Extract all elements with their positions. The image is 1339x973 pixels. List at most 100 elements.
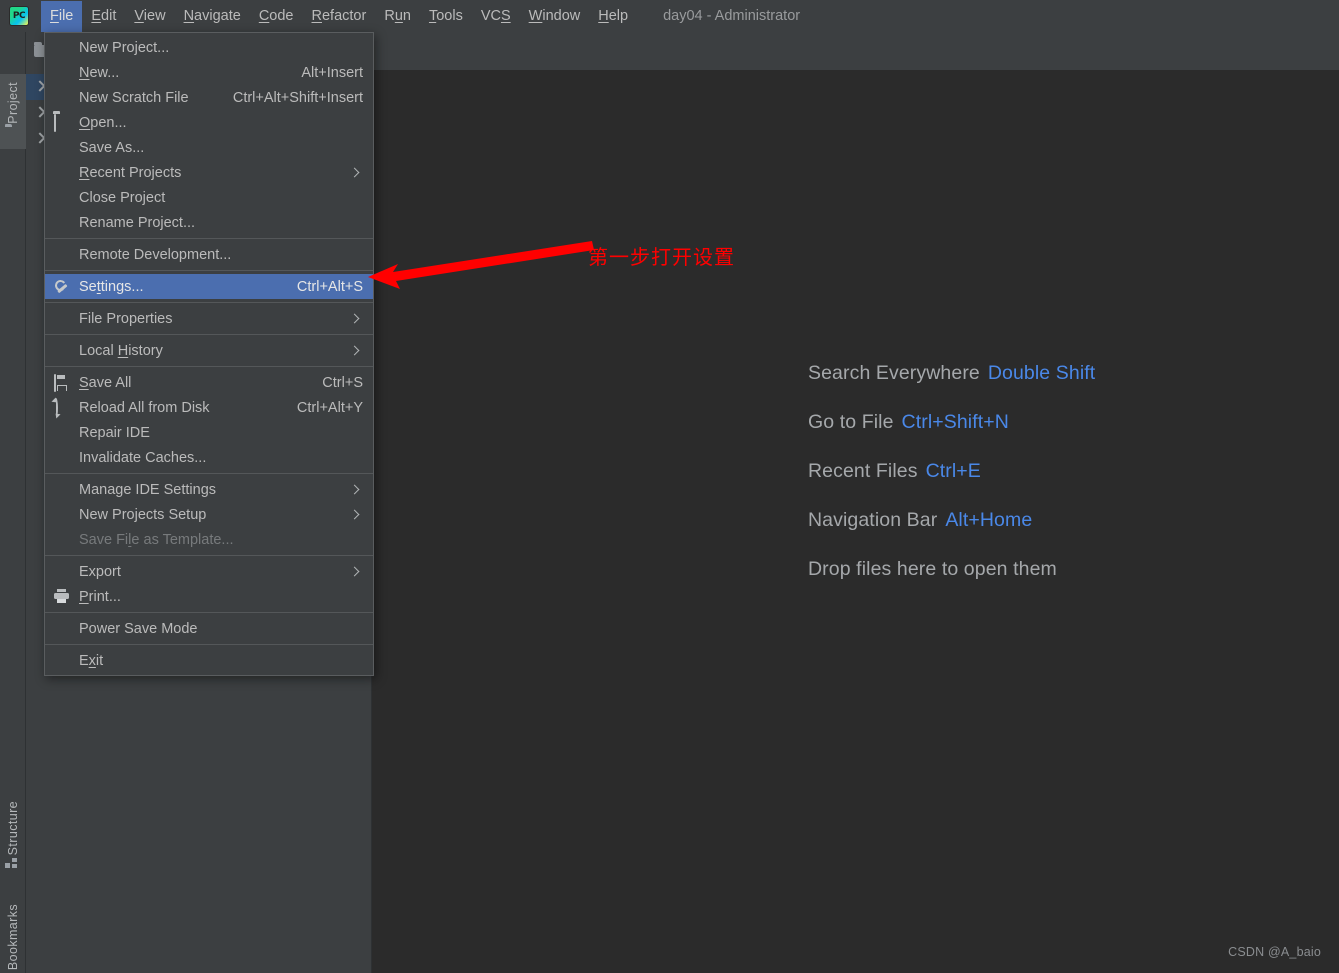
menu-item-label: File Properties: [79, 310, 173, 327]
menubar-item-tools[interactable]: Tools: [420, 1, 472, 32]
menu-item-print[interactable]: Print...: [45, 584, 373, 609]
menu-item-label: Reload All from Disk: [79, 399, 210, 416]
menu-item-shortcut: Ctrl+Alt+Shift+Insert: [232, 89, 363, 106]
chevron-right-icon: [351, 567, 361, 577]
editor-hint-label: Drop files here to open them: [808, 558, 1057, 580]
structure-icon: [5, 858, 21, 874]
menu-item-label: Print...: [79, 588, 121, 605]
menu-item-label: New Scratch File: [79, 89, 189, 106]
menubar-item-label: Run: [384, 7, 411, 24]
pycharm-logo-icon: [9, 6, 29, 26]
menu-separator: [45, 238, 373, 239]
menubar-item-label: Window: [528, 7, 581, 24]
menu-item-rename-project[interactable]: Rename Project...: [45, 210, 373, 235]
menu-item-label: Repair IDE: [79, 424, 150, 441]
editor-hint: Search Everywhere Double Shift: [808, 362, 1328, 385]
menu-item-label: New Projects Setup: [79, 506, 207, 523]
editor-hint-label: Navigation Bar: [808, 509, 938, 531]
editor-hint-label: Search Everywhere: [808, 362, 980, 384]
menubar-item-label: Navigate: [183, 7, 241, 24]
menu-item-new-scratch-file[interactable]: New Scratch File Ctrl+Alt+Shift+Insert: [45, 85, 373, 110]
menu-item-new-projects-setup[interactable]: New Projects Setup: [45, 502, 373, 527]
menu-item-manage-ide-settings[interactable]: Manage IDE Settings: [45, 477, 373, 502]
menubar-item-navigate[interactable]: Navigate: [175, 1, 250, 32]
menubar-item-view[interactable]: View: [125, 1, 174, 32]
menu-item-label: Save File as Template...: [79, 531, 234, 548]
menu-item-label: Close Project: [79, 189, 166, 206]
menu-separator: [45, 334, 373, 335]
annotation-text: 第一步打开设置: [588, 245, 735, 269]
menu-item-settings[interactable]: Settings... Ctrl+Alt+S: [45, 274, 373, 299]
print-icon: [54, 588, 70, 605]
menu-item-label: Power Save Mode: [79, 620, 198, 637]
menubar-item-window[interactable]: Window: [520, 1, 590, 32]
menu-item-new-project[interactable]: New Project...: [45, 35, 373, 60]
menu-separator: [45, 555, 373, 556]
menu-separator: [45, 366, 373, 367]
rail-tab-bookmarks[interactable]: Bookmarks: [0, 900, 26, 973]
menu-separator: [45, 612, 373, 613]
rail-tab-structure-label: Structure: [6, 801, 20, 856]
menubar-item-label: Code: [258, 7, 294, 24]
menu-item-file-properties[interactable]: File Properties: [45, 306, 373, 331]
menubar-item-label: File: [50, 7, 74, 24]
menubar-item-label: View: [134, 7, 166, 24]
folder-icon: [5, 127, 21, 143]
editor-hint: Drop files here to open them: [808, 558, 1328, 581]
menu-item-local-history[interactable]: Local History: [45, 338, 373, 363]
open-folder-icon: [54, 113, 70, 132]
menu-separator: [45, 270, 373, 271]
menu-item-save-file-as-template: Save File as Template...: [45, 527, 373, 552]
chevron-right-icon: [351, 510, 361, 520]
menubar-item-run[interactable]: Run: [375, 1, 420, 32]
menubar-item-vcs[interactable]: VCS: [472, 1, 520, 32]
menu-item-label: New...: [79, 64, 120, 81]
editor-hint-shortcut: Alt+Home: [945, 509, 1033, 531]
menu-item-shortcut: Alt+Insert: [301, 64, 363, 81]
left-tool-rail: Project Structure Bookmarks: [0, 32, 26, 973]
menu-item-new[interactable]: New... Alt+Insert: [45, 60, 373, 85]
file-menu-dropdown[interactable]: New Project... New... Alt+Insert New Scratc…: [44, 32, 374, 676]
menu-item-label: Settings...: [79, 278, 144, 295]
menu-item-save-all[interactable]: Save All Ctrl+S: [45, 370, 373, 395]
rail-tab-project[interactable]: Project: [0, 74, 26, 149]
menu-item-close-project[interactable]: Close Project: [45, 185, 373, 210]
editor-hint: Navigation Bar Alt+Home: [808, 509, 1328, 532]
menu-item-label: Exit: [79, 652, 104, 669]
menu-item-label: New Project...: [79, 39, 170, 56]
menubar-item-label: Help: [598, 7, 629, 24]
reload-icon: [54, 397, 70, 418]
editor-hint-shortcut: Double Shift: [987, 362, 1096, 384]
menu-item-label: Invalidate Caches...: [79, 449, 207, 466]
menu-item-open[interactable]: Open...: [45, 110, 373, 135]
save-icon: [54, 373, 70, 392]
menu-item-exit[interactable]: Exit: [45, 648, 373, 673]
menu-item-label: Rename Project...: [79, 214, 196, 231]
menu-item-label: Save As...: [79, 139, 145, 156]
menubar-item-file[interactable]: File: [41, 0, 83, 32]
menu-item-shortcut: Ctrl+S: [322, 374, 363, 391]
rail-tab-structure[interactable]: Structure: [0, 797, 26, 876]
editor-hint-shortcut: Ctrl+Shift+N: [901, 411, 1009, 433]
menu-item-label: Open...: [79, 114, 127, 131]
menu-item-reload-all-from-disk[interactable]: Reload All from Disk Ctrl+Alt+Y: [45, 395, 373, 420]
menu-item-shortcut: Ctrl+Alt+Y: [296, 399, 363, 416]
menubar-item-help[interactable]: Help: [589, 1, 637, 32]
menu-item-label: Export: [79, 563, 121, 580]
menu-item-repair-ide[interactable]: Repair IDE: [45, 420, 373, 445]
menu-item-remote-development[interactable]: Remote Development...: [45, 242, 373, 267]
menu-item-recent-projects[interactable]: Recent Projects: [45, 160, 373, 185]
menu-item-label: Remote Development...: [79, 246, 232, 263]
editor-hint-label: Recent Files: [808, 460, 918, 482]
menu-item-save-as[interactable]: Save As...: [45, 135, 373, 160]
menu-bar: File Edit View Navigate Code Refactor Run Tools…: [0, 0, 1339, 32]
menu-separator: [45, 473, 373, 474]
menubar-item-code[interactable]: Code: [250, 1, 303, 32]
editor-hint-list: Search Everywhere Double Shift Go to File C…: [808, 362, 1328, 607]
menubar-item-refactor[interactable]: Refactor: [303, 1, 376, 32]
menu-item-power-save-mode[interactable]: Power Save Mode: [45, 616, 373, 641]
menubar-item-edit[interactable]: Edit: [82, 1, 125, 32]
menu-item-export[interactable]: Export: [45, 559, 373, 584]
menu-item-label: Save All: [79, 374, 132, 391]
menu-item-invalidate-caches[interactable]: Invalidate Caches...: [45, 445, 373, 470]
